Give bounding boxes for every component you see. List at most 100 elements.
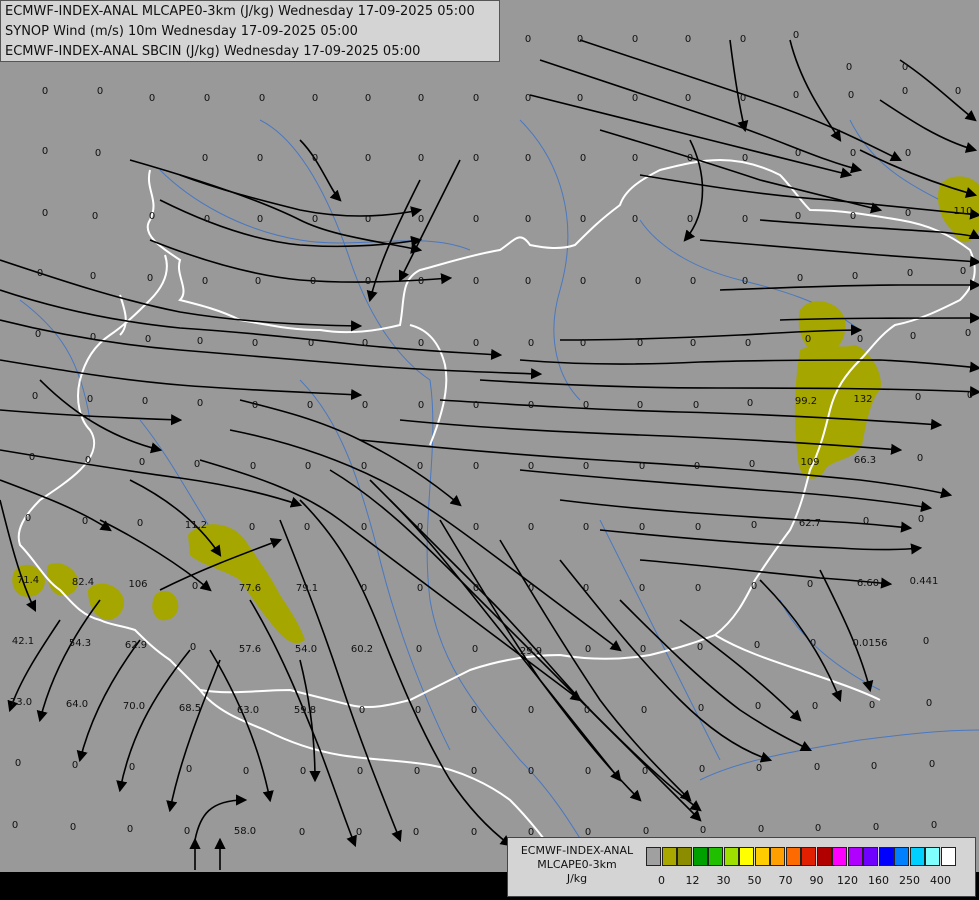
- cape-value-label: 0: [473, 338, 479, 349]
- cape-value-label: 0: [97, 86, 103, 97]
- header-line-wind: SYNOP Wind (m/s) 10m Wednesday 17-09-202…: [5, 24, 358, 39]
- cape-value-label: 57.6: [239, 644, 261, 655]
- cape-value-label: 0: [85, 455, 91, 466]
- legend-swatch: [646, 847, 661, 866]
- cape-value-label: 0: [814, 762, 820, 773]
- cape-value-label: 0: [197, 336, 203, 347]
- cape-value-label: 0: [758, 824, 764, 835]
- legend-panel: ECMWF-INDEX-ANAL MLCAPE0-3km J/kg 0 12 30 5…: [507, 837, 976, 897]
- cape-value-label: 0: [699, 764, 705, 775]
- cape-value-label: 0: [639, 583, 645, 594]
- cape-value-label: 0: [362, 400, 368, 411]
- cape-value-label: 0: [243, 766, 249, 777]
- cape-value-label: 0: [70, 822, 76, 833]
- cape-value-label: 0: [795, 148, 801, 159]
- legend-swatch: [909, 847, 925, 866]
- cape-value-label: 0: [312, 153, 318, 164]
- cape-value-label: 0: [472, 644, 478, 655]
- cape-value-label: 0: [82, 516, 88, 527]
- cape-value-label: 60.2: [351, 644, 373, 655]
- cape-value-label: 0: [577, 34, 583, 45]
- cape-value-label: 77.6: [239, 583, 261, 594]
- cape-value-label: 64.0: [66, 699, 88, 710]
- legend-tick-label: 12: [685, 874, 700, 887]
- cape-value-label: 0: [690, 338, 696, 349]
- cape-value-label: 0: [685, 34, 691, 45]
- cape-value-label: 0: [252, 400, 258, 411]
- cape-value-label: 0: [190, 642, 196, 653]
- legend-swatch: [863, 847, 878, 866]
- cape-value-label: 0: [902, 62, 908, 73]
- cape-value-label: 0: [145, 334, 151, 345]
- cape-value-label: 0: [32, 391, 38, 402]
- cape-value-label: 0: [149, 211, 155, 222]
- cape-value-label: 58.0: [234, 826, 256, 837]
- cape-value-label: 0: [418, 276, 424, 287]
- cape-value-label: 54.3: [69, 638, 91, 649]
- cape-value-label: 0: [747, 398, 753, 409]
- legend-title-field: MLCAPE0-3km: [537, 858, 617, 871]
- legend-swatch: [816, 847, 832, 866]
- cape-value-label: 0: [525, 153, 531, 164]
- cape-value-label: 0: [793, 90, 799, 101]
- cape-value-label: 0: [926, 698, 932, 709]
- cape-value-label: 0: [197, 398, 203, 409]
- cape-value-label: 0: [873, 822, 879, 833]
- cape-value-label: 0: [87, 394, 93, 405]
- cape-value-label: 0: [685, 93, 691, 104]
- cape-value-label: 66.3: [854, 455, 876, 466]
- cape-value-label: 0: [917, 453, 923, 464]
- cape-value-label: 0: [359, 705, 365, 716]
- cape-value-label: 0: [72, 760, 78, 771]
- cape-value-label: 106: [128, 579, 147, 590]
- legend-tick-label: 400: [930, 874, 951, 887]
- cape-value-label: 0: [473, 400, 479, 411]
- cape-value-label: 0: [635, 276, 641, 287]
- cape-value-label: 0: [632, 153, 638, 164]
- cape-value-label: 71.4: [17, 575, 39, 586]
- cape-value-label: 0: [871, 761, 877, 772]
- cape-value-label: 0: [929, 759, 935, 770]
- cape-value-label: 0: [192, 581, 198, 592]
- cape-value-label: 0: [751, 581, 757, 592]
- header-line-cin: ECMWF-INDEX-ANAL SBCIN (J/kg) Wednesday …: [5, 44, 421, 59]
- cape-value-label: 0: [365, 153, 371, 164]
- cape-value-label: 0: [960, 266, 966, 277]
- header-panel: ECMWF-INDEX-ANAL MLCAPE0-3km (J/kg) Wedn…: [0, 0, 500, 62]
- cape-value-label: 11.2: [185, 520, 207, 531]
- cape-value-label: 0: [687, 214, 693, 225]
- cape-value-label: 0: [90, 332, 96, 343]
- cape-value-label: 0: [639, 461, 645, 472]
- legend-swatch: [940, 847, 956, 866]
- cape-value-label: 0: [742, 214, 748, 225]
- cape-value-label: 0: [357, 766, 363, 777]
- cape-value-label: 0: [637, 338, 643, 349]
- cape-value-label: 0: [850, 148, 856, 159]
- cape-value-label: 0: [693, 400, 699, 411]
- cape-value-label: 0: [129, 762, 135, 773]
- cape-value-label: 0: [902, 86, 908, 97]
- cape-value-label: 0: [147, 273, 153, 284]
- cape-value-label: 0: [305, 461, 311, 472]
- cape-value-label: 0: [204, 93, 210, 104]
- cape-value-label: 0: [365, 93, 371, 104]
- cape-value-label: 0: [186, 764, 192, 775]
- cape-value-label: 0: [754, 640, 760, 651]
- legend-title-source: ECMWF-INDEX-ANAL: [520, 844, 634, 857]
- cape-value-label: 0: [95, 148, 101, 159]
- legend-swatch: [754, 847, 770, 866]
- cape-value-label: 0: [905, 208, 911, 219]
- cape-value-label: 0: [312, 93, 318, 104]
- cape-value-label: 0: [700, 825, 706, 836]
- legend-tick-label: 120: [837, 874, 858, 887]
- cape-value-label: 0: [740, 93, 746, 104]
- cape-value-label: 0: [417, 583, 423, 594]
- cape-value-label: 0: [905, 148, 911, 159]
- cape-value-label: 0: [740, 34, 746, 45]
- cape-value-label: 0: [25, 513, 31, 524]
- cape-value-label: 0: [418, 338, 424, 349]
- cape-value-label: 0: [418, 93, 424, 104]
- cape-value-label: 0: [915, 392, 921, 403]
- cape-value-label: 79.1: [296, 583, 318, 594]
- legend-swatch: [878, 847, 894, 866]
